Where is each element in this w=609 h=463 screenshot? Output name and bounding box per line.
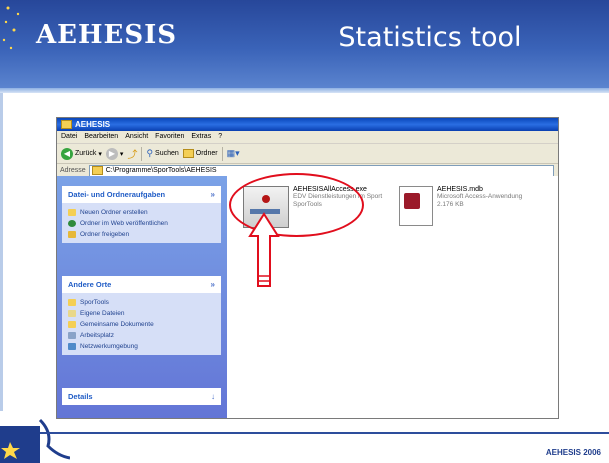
forward-arrow-icon: ▶ — [105, 147, 118, 160]
file-tasks-title: Datei- und Ordneraufgaben — [68, 190, 166, 199]
left-divider — [0, 93, 3, 411]
back-label: Zurück — [75, 150, 97, 157]
globe-icon — [68, 220, 76, 227]
file-tasks-panel: Datei- und Ordneraufgaben » Neuen Ordner… — [62, 186, 221, 243]
search-icon: ⚲ — [146, 148, 154, 158]
menu-item-ansicht[interactable]: Ansicht — [125, 131, 148, 143]
search-button[interactable]: ⚲ Suchen — [146, 148, 178, 159]
back-arrow-icon: ◀ — [61, 147, 73, 160]
place-label: SporTools — [80, 299, 109, 306]
window-titlebar: AEHESIS — [57, 118, 558, 131]
menu-item-favoriten[interactable]: Favoriten — [155, 131, 184, 143]
footer-divider — [40, 432, 609, 434]
place-label: Netzwerkumgebung — [80, 343, 138, 350]
header-divider — [0, 88, 609, 93]
menu-item-extras[interactable]: Extras — [191, 131, 211, 143]
shared-folder-icon — [68, 321, 76, 328]
place-label: Eigene Dateien — [80, 310, 125, 317]
details-title: Details — [68, 392, 93, 401]
toolbar-separator — [141, 146, 143, 161]
file-size: 2.176 KB — [437, 201, 464, 208]
file-tasks-header[interactable]: Datei- und Ordneraufgaben » — [62, 186, 221, 203]
address-label: Adresse — [60, 167, 86, 174]
share-folder-icon — [68, 231, 76, 238]
place-network[interactable]: Netzwerkumgebung — [68, 341, 215, 352]
slide-title: Statistics tool — [338, 22, 522, 53]
access-db-icon — [399, 186, 433, 226]
slide-header: AEHESIS Statistics tool — [0, 0, 609, 88]
address-value: C:\Programme\SporTools\AEHESIS — [105, 167, 217, 174]
toolbar: ◀ Zurück ▾ ▶ ▾ ⤴ ⚲ Suchen Ordner ▦▾ — [57, 144, 558, 164]
file-type: Microsoft Access-Anwendung — [437, 193, 523, 200]
place-my-computer[interactable]: Arbeitsplatz — [68, 330, 215, 341]
window-title: AEHESIS — [75, 120, 111, 129]
collapse-icon[interactable]: » — [211, 276, 215, 293]
new-folder-icon — [68, 209, 76, 216]
back-button[interactable]: ◀ Zurück ▾ — [61, 147, 102, 160]
other-places-header[interactable]: Andere Orte » — [62, 276, 221, 293]
details-panel: Details ↓ — [62, 388, 221, 405]
task-label: Neuen Ordner erstellen — [80, 209, 148, 216]
folders-button[interactable]: Ordner — [182, 149, 218, 158]
other-places-panel: Andere Orte » SporTools Eigene Dateien G… — [62, 276, 221, 355]
view-menu-icon[interactable]: ▦▾ — [227, 148, 240, 159]
chevron-down-icon: ▾ — [98, 150, 102, 158]
network-icon — [68, 343, 76, 350]
folders-label: Ordner — [195, 150, 218, 157]
folder-icon — [61, 120, 72, 129]
details-header[interactable]: Details ↓ — [62, 388, 221, 405]
toolbar-separator — [221, 146, 223, 161]
menu-item-datei[interactable]: Datei — [61, 131, 77, 143]
place-label: Arbeitsplatz — [80, 332, 114, 339]
brand-name: AEHESIS — [36, 20, 178, 50]
forward-button[interactable]: ▶ ▾ — [105, 147, 124, 160]
place-shared-documents[interactable]: Gemeinsame Dokumente — [68, 319, 215, 330]
search-label: Suchen — [155, 150, 179, 157]
computer-icon — [68, 332, 76, 339]
stars-decoration-icon — [2, 6, 20, 50]
menu-bar: Datei Bearbeiten Ansicht Favoriten Extra… — [57, 131, 558, 144]
chevron-down-icon: ▾ — [119, 150, 124, 158]
up-folder-icon[interactable]: ⤴ — [127, 146, 137, 161]
folder-icon — [68, 299, 76, 306]
folder-icon — [91, 166, 103, 175]
task-share-folder[interactable]: Ordner freigeben — [68, 229, 215, 240]
menu-item-help[interactable]: ? — [218, 131, 222, 143]
aehesis-logo-icon — [0, 418, 70, 463]
file-name: AEHESIS.mdb — [437, 186, 483, 193]
collapse-icon[interactable]: » — [211, 186, 215, 203]
task-label: Ordner im Web veröffentlichen — [80, 220, 168, 227]
explorer-window: AEHESIS Datei Bearbeiten Ansicht Favorit… — [56, 117, 559, 419]
place-label: Gemeinsame Dokumente — [80, 321, 154, 328]
task-new-folder[interactable]: Neuen Ordner erstellen — [68, 207, 215, 218]
expand-icon[interactable]: ↓ — [211, 388, 215, 405]
other-places-title: Andere Orte — [68, 280, 112, 289]
file-item-mdb[interactable]: AEHESIS.mdb Microsoft Access-Anwendung 2… — [399, 186, 522, 226]
up-arrow-icon — [248, 212, 280, 287]
documents-icon — [68, 310, 76, 317]
place-my-documents[interactable]: Eigene Dateien — [68, 308, 215, 319]
folder-icon — [182, 149, 194, 158]
footer-text: AEHESIS 2006 — [545, 448, 601, 457]
task-pane: Datei- und Ordneraufgaben » Neuen Ordner… — [57, 176, 227, 418]
task-publish-web[interactable]: Ordner im Web veröffentlichen — [68, 218, 215, 229]
task-label: Ordner freigeben — [80, 231, 130, 238]
menu-item-bearbeiten[interactable]: Bearbeiten — [84, 131, 118, 143]
place-sportools[interactable]: SporTools — [68, 297, 215, 308]
